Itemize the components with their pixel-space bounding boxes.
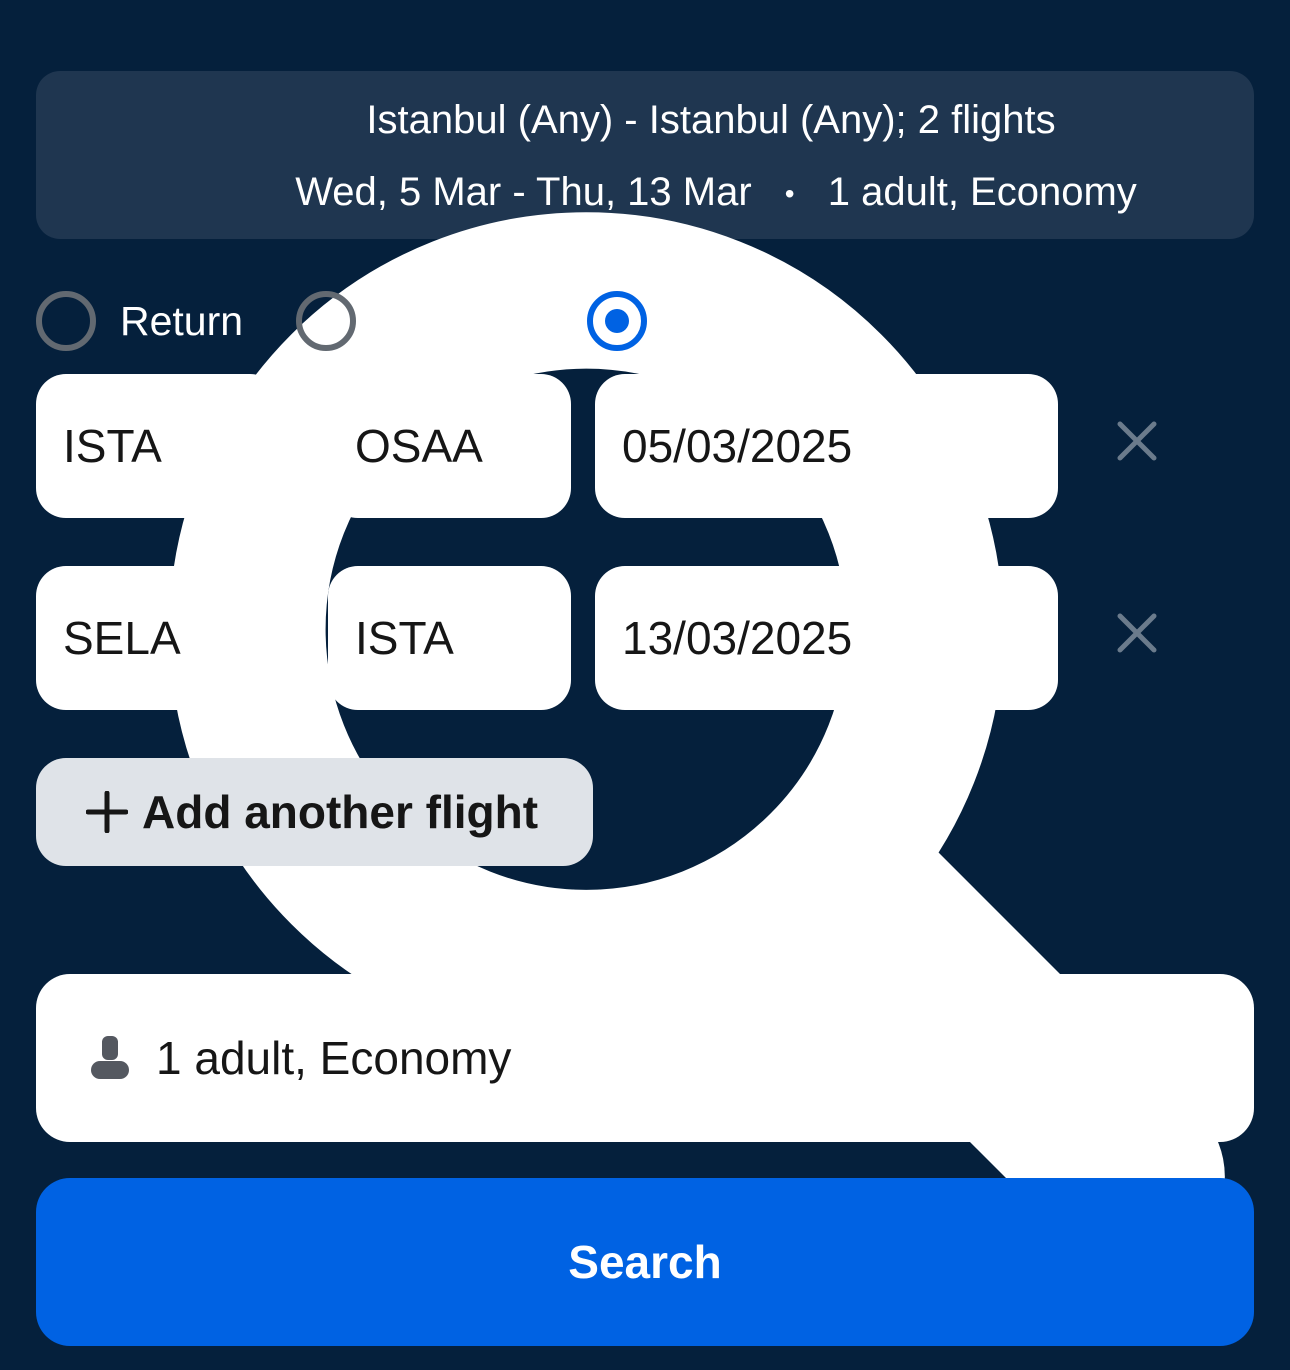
trip-type-label: One way [380, 297, 542, 344]
summary-travellers: 1 adult, Economy [827, 170, 1137, 214]
radio-circle-one-way[interactable] [296, 291, 356, 351]
leg-1-origin-value: ISTA [63, 420, 162, 472]
flight-search-page: Istanbul (Any) - Istanbul (Any); 2 fligh… [0, 0, 1290, 1370]
trip-type-one-way[interactable]: One way [296, 290, 542, 352]
leg-2-date-value: 13/03/2025 [622, 612, 853, 664]
leg-2-origin-field[interactable]: SELA [36, 566, 280, 710]
leg-2-destination-field[interactable]: ISTA [328, 566, 571, 710]
leg-2-destination-value: ISTA [355, 612, 454, 664]
radio-circle-return[interactable] [36, 291, 96, 351]
trip-type-return[interactable]: Return [36, 290, 243, 352]
search-button[interactable]: Search [36, 1178, 1254, 1346]
trip-type-label: Multi-city [671, 297, 833, 344]
add-flight-label: Add another flight [142, 786, 539, 838]
trip-type-multi-city[interactable]: Multi-city [587, 290, 833, 352]
person-icon [91, 1036, 129, 1079]
leg-1-date-value: 05/03/2025 [622, 420, 853, 472]
leg-1-destination-value: OSAA [355, 420, 483, 472]
arrow-right-icon [297, 429, 310, 451]
add-another-flight-button[interactable]: Add another flight [36, 758, 593, 866]
leg-1-destination-field[interactable]: OSAA [328, 374, 571, 518]
trip-type-label: Return [120, 297, 244, 344]
travellers-cabin-label: 1 adult, Economy [156, 1032, 512, 1084]
summary-route: Istanbul (Any) - Istanbul (Any); 2 fligh… [366, 98, 1056, 142]
close-icon[interactable] [1117, 421, 1157, 461]
leg-1-origin-field[interactable]: ISTA [36, 374, 280, 518]
search-button-label: Search [568, 1236, 722, 1288]
leg-2-date-field[interactable]: 13/03/2025 [595, 566, 1058, 710]
arrow-right-icon [297, 621, 310, 643]
travellers-cabin-field[interactable]: 1 adult, Economy [36, 974, 1254, 1142]
leg-1-date-field[interactable]: 05/03/2025 [595, 374, 1058, 518]
summary-separator: • [784, 178, 795, 210]
summary-details: Wed, 5 Mar - Thu, 13 Mar • 1 adult, Econ… [216, 170, 1216, 216]
radio-circle-multi-city[interactable] [587, 291, 647, 351]
plus-icon [86, 791, 128, 833]
close-icon[interactable] [1117, 613, 1157, 653]
summary-dates: Wed, 5 Mar - Thu, 13 Mar [295, 170, 752, 214]
leg-2-origin-value: SELA [63, 612, 181, 664]
